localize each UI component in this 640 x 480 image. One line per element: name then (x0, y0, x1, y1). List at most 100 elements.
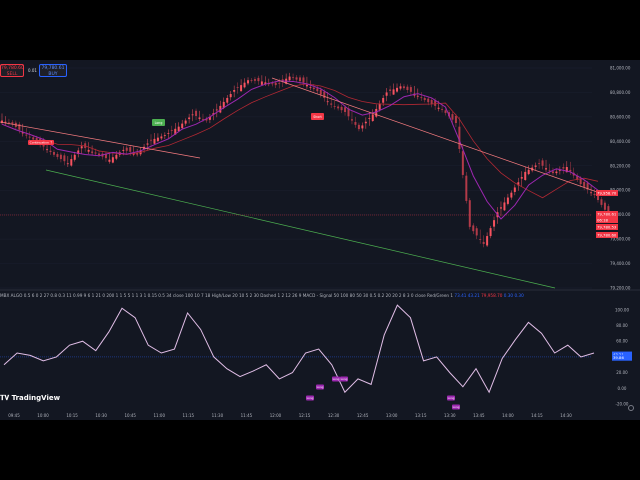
candle-body (441, 109, 444, 110)
candle-body (305, 84, 308, 87)
candle-body (396, 87, 399, 92)
candle-body (409, 87, 412, 92)
time-axis-label: 10:00 (37, 413, 49, 418)
buy-button[interactable]: 79,780.61 BUY (39, 64, 67, 77)
price-tag-text: 79,780.53 (597, 225, 617, 230)
time-axis-label: 12:00 (270, 413, 282, 418)
price-axis-label: 80,600.00 (610, 114, 631, 119)
price-axis-label: 79,400.00 (610, 261, 631, 266)
time-axis-label: 09:45 (8, 413, 20, 418)
oscillator-marker-label: Long (448, 396, 455, 400)
candle-body (80, 146, 83, 149)
time-axis-label: 11:45 (241, 413, 253, 418)
candle-body (181, 123, 184, 129)
candle-body (385, 92, 388, 96)
candle-body (548, 170, 551, 172)
oscillator-marker-label: Long (307, 396, 314, 400)
candle-body (177, 126, 180, 132)
candle-body (156, 137, 159, 142)
candle-body (350, 119, 353, 121)
candle-body (423, 97, 426, 101)
time-axis-label: 11:30 (212, 413, 224, 418)
candle-body (229, 93, 232, 98)
candle-body (309, 86, 312, 88)
settings-gear-icon[interactable] (628, 405, 634, 411)
candles-group (1, 72, 610, 248)
oscillator-tag-text: 39.86 (613, 355, 624, 360)
candle-body (233, 90, 236, 92)
time-axis-label: 11:00 (153, 413, 165, 418)
candle-body (70, 159, 73, 166)
time-axis-label: 12:45 (357, 413, 369, 418)
candle-body (399, 86, 402, 89)
candle-body (510, 192, 513, 198)
candle-body (184, 120, 187, 124)
candle-body (472, 225, 475, 232)
candle-body (513, 187, 516, 192)
candle-body (226, 97, 229, 103)
candle-body (163, 135, 166, 137)
oscillator-line (3, 304, 595, 394)
candle-body (489, 228, 492, 237)
price-tag-text: 06:18 (597, 218, 609, 223)
candle-body (299, 77, 301, 82)
time-axis-label: 10:45 (124, 413, 136, 418)
trading-chart-app: 81,000.00 80,800.00 80,600.00 80,400.00 80,2… (0, 60, 640, 420)
candle-body (344, 107, 347, 112)
price-axis-label: 80,400.00 (610, 139, 631, 144)
time-axis-label: 13:15 (415, 413, 427, 418)
oscillator-marker-label: Long (453, 405, 460, 409)
time-axis-label: 14:00 (502, 413, 514, 418)
candle-body (188, 117, 191, 120)
time-axis-label: 11:15 (183, 413, 195, 418)
candle-body (28, 136, 31, 138)
sell-button[interactable]: 79,780.60 SELL (0, 64, 24, 77)
sell-label: SELL (6, 71, 18, 77)
legend-value-1: 73.41 (454, 293, 467, 298)
oscillator-axis-label: 20.00 (616, 370, 628, 375)
candle-body (364, 121, 367, 124)
time-axis-label: 13:00 (386, 413, 398, 418)
candle-body (357, 124, 360, 130)
candle-body (337, 106, 340, 109)
candle-body (371, 114, 374, 122)
candle-body (538, 163, 541, 165)
logo-text: TradingView (11, 394, 61, 402)
candle-body (597, 195, 599, 200)
indicator-legend[interactable]: MBX ALGO 0.5 6 0 2 27 0.8 0.3 11 0.99 9 … (0, 293, 524, 298)
candle-body (420, 97, 423, 99)
candle-body (368, 118, 371, 119)
oscillator-axis-label: 0.00 (618, 386, 627, 391)
candle-body (382, 97, 385, 103)
candle-body (153, 138, 156, 144)
short-signal-label: Short (313, 115, 322, 119)
candle-body (330, 103, 333, 105)
candle-body (25, 134, 28, 136)
candle-body (475, 228, 478, 236)
legend-value-4: 0.30 (503, 293, 514, 298)
price-axis-label: 81,000.00 (610, 66, 631, 71)
candle-body (63, 155, 66, 162)
candle-body (454, 115, 457, 123)
price-chart[interactable]: 81,000.00 80,800.00 80,600.00 80,400.00 80,2… (0, 60, 640, 420)
candle-body (236, 87, 239, 88)
candle-body (503, 202, 506, 211)
candle-body (32, 137, 35, 140)
candle-body (333, 106, 336, 107)
candle-body (545, 168, 548, 170)
time-axis-label: 14:15 (531, 413, 543, 418)
support-trend-line (45, 169, 556, 289)
candle-body (319, 89, 322, 95)
candle-body (555, 171, 558, 174)
legend-value-5: 0.30 (514, 293, 524, 298)
oscillator-axis-label: 100.00 (615, 307, 629, 312)
candle-body (150, 139, 152, 141)
candle-body (292, 77, 295, 79)
candle-body (136, 153, 139, 155)
candle-body (195, 110, 198, 116)
candle-body (524, 171, 527, 181)
oscillator-marker-label: Long (317, 385, 324, 389)
candle-body (416, 95, 419, 97)
candle-body (551, 171, 554, 174)
long-signal-label: Long (155, 121, 163, 125)
